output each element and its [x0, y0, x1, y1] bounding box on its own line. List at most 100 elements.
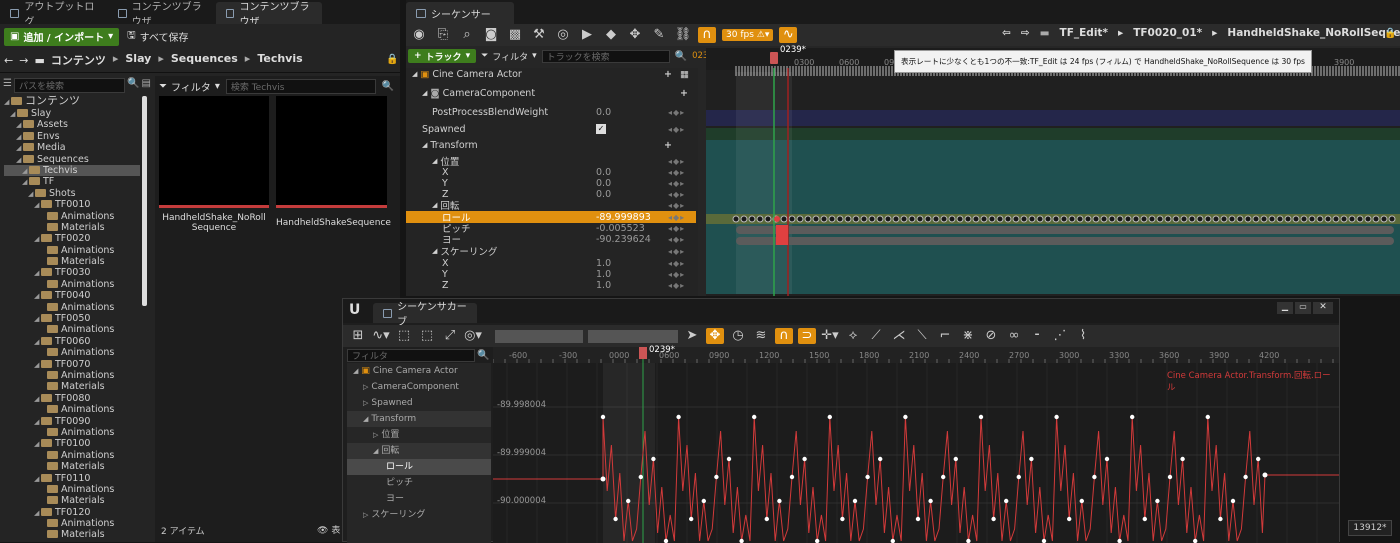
tree-item[interactable]: ◢TF0050 [4, 313, 140, 324]
flatten-icon[interactable]: ⁃ [1028, 328, 1046, 344]
tangent-constant-icon[interactable]: ⌐ [936, 328, 954, 344]
tree-item[interactable]: Animations [4, 302, 140, 313]
key-nav-icon[interactable]: ◂◆▸ [668, 108, 685, 117]
key-nav-icon[interactable]: ◂◆▸ [668, 224, 685, 233]
track-value[interactable]: 1.0 [596, 280, 611, 291]
tree-item[interactable]: ◢TF0080 [4, 393, 140, 404]
filter-button[interactable]: ⏷フィルタ▾ [481, 50, 537, 63]
back-arrow-icon[interactable]: ⇦ [1002, 27, 1011, 39]
tree-item[interactable]: ◢TF0090 [4, 416, 140, 427]
add-import-button[interactable]: ▣追加 / インポート▾ [4, 28, 119, 46]
track-row[interactable]: ◢スケーリング◂◆▸ [406, 245, 696, 257]
minimize-button[interactable]: ▁ [1277, 302, 1293, 314]
save-all-button[interactable]: 🖫すべて保存 [127, 28, 188, 45]
track-value[interactable]: 1.0 [596, 258, 611, 269]
tree-item[interactable]: ◢Envs [4, 131, 140, 142]
retime-icon[interactable]: ◷ [729, 328, 747, 344]
view-options-icon[interactable]: ▤ [142, 78, 151, 93]
keyframe-icon[interactable]: ◆ [602, 27, 620, 43]
breadcrumb-item[interactable]: HandheldShake_NoRollSequence [1227, 27, 1400, 39]
tree-item[interactable]: ◢TF0010 [4, 199, 140, 210]
tab-content-browser[interactable]: コンテンツブラウザ [108, 2, 216, 24]
infinity-icon[interactable]: ∞ [1005, 328, 1023, 344]
tree-item[interactable]: ◢TF0040 [4, 290, 140, 301]
key-nav-icon[interactable]: ◂◆▸ [668, 168, 685, 177]
curve-tree-item[interactable]: ヨー [347, 491, 491, 507]
tangent-linear-icon[interactable]: ⟍ [913, 328, 931, 344]
expand-arrow-icon[interactable]: ▷ [363, 511, 368, 519]
tree-item[interactable]: Animations [4, 484, 140, 495]
track-value[interactable]: -0.005523 [596, 223, 645, 234]
key-nav-icon[interactable]: ◂◆▸ [668, 201, 685, 210]
tree-item[interactable]: Materials [4, 256, 140, 267]
expand-arrow-icon[interactable]: ◢ [353, 367, 358, 375]
transform-tool-icon[interactable]: ✥ [706, 328, 724, 344]
key-nav-icon[interactable]: ◂◆▸ [668, 179, 685, 188]
link-icon[interactable]: ⛓ [674, 27, 692, 43]
fit-icon[interactable]: ⤢ [441, 328, 459, 344]
snap-magnet-icon[interactable]: ∩ [775, 328, 793, 344]
tree-item[interactable]: Materials [4, 529, 140, 540]
tree-item[interactable]: Animations [4, 370, 140, 381]
tree-item[interactable]: ◢TF0030 [4, 267, 140, 278]
curve-filter-input[interactable]: フィルタ [347, 349, 475, 362]
curve-tree-item[interactable]: ▷Spawned [347, 395, 491, 411]
expand-arrow-icon[interactable]: ◢ [4, 97, 11, 108]
tree-item[interactable]: Animations [4, 279, 140, 290]
track-value[interactable]: 1.0 [596, 269, 611, 280]
close-button[interactable]: ✕ [1313, 302, 1333, 314]
expand-arrow-icon[interactable]: ◢ [422, 141, 427, 149]
key-nav-icon[interactable]: ◂◆▸ [668, 213, 685, 222]
tree-item[interactable]: ◢TF0110 [4, 473, 140, 484]
track-row[interactable]: ◢Transform+ [406, 139, 696, 151]
curve-tree-item[interactable]: ▷位置 [347, 427, 491, 443]
filter-icon[interactable]: ⌇ [1074, 328, 1092, 344]
tree-item[interactable]: ◢TF [4, 176, 140, 187]
maximize-button[interactable]: ▭ [1295, 302, 1311, 314]
frame-select-icon[interactable]: ⬚ [395, 328, 413, 344]
tree-item[interactable]: Materials [4, 381, 140, 392]
expand-arrow-icon[interactable]: ◢ [16, 143, 23, 154]
tab-output-log[interactable]: アウトプットログ [0, 2, 108, 24]
tangent-break-icon[interactable]: ⋌ [890, 328, 908, 344]
tree-item[interactable]: ◢Techvis [4, 165, 140, 176]
view-options-button[interactable]: 👁 表 [317, 523, 340, 536]
key-nav-icon[interactable]: ◂◆▸ [668, 281, 685, 290]
tree-item[interactable]: Animations [4, 347, 140, 358]
expand-arrow-icon[interactable]: ▷ [363, 399, 368, 407]
expand-arrow-icon[interactable]: ◢ [432, 201, 437, 209]
snap-value-icon[interactable]: ⊃ [798, 328, 816, 344]
straighten-icon[interactable]: ⋰ [1051, 328, 1069, 344]
curve-tree-item[interactable]: ロール [347, 459, 491, 475]
tree-item[interactable]: Animations [4, 245, 140, 256]
expand-arrow-icon[interactable]: ◢ [432, 247, 437, 255]
timeline-canvas[interactable] [706, 48, 1400, 296]
weighted-tangent-icon[interactable]: ⊘ [982, 328, 1000, 344]
breadcrumb-item[interactable]: Techvis [257, 52, 302, 68]
fps-selector[interactable]: 30 fps ⚠▾ [722, 29, 773, 41]
lock-icon[interactable]: 🔒 [1384, 28, 1396, 39]
back-arrow-icon[interactable]: ← [4, 54, 13, 67]
add-track-icon[interactable]: + [664, 69, 672, 80]
curve-tree-item[interactable]: ピッチ [347, 475, 491, 491]
tree-item[interactable]: ◢TF0120 [4, 507, 140, 518]
add-key-icon[interactable]: ⊞ [349, 328, 367, 344]
tree-item[interactable]: ◢Slay [4, 108, 140, 119]
tangent-user-icon[interactable]: ⟋ [867, 328, 885, 344]
key-nav-icon[interactable]: ◂◆▸ [668, 270, 685, 279]
key-nav-icon[interactable]: ◂◆▸ [668, 247, 685, 256]
expand-arrow-icon[interactable]: ◢ [34, 291, 41, 302]
breadcrumb-item[interactable]: TF0020_01* [1133, 27, 1202, 39]
tab-curve-editor[interactable]: シーケンサカーブ [373, 303, 477, 323]
expand-arrow-icon[interactable]: ▷ [363, 383, 368, 391]
sidebar-toggle-icon[interactable]: ☰ [3, 78, 12, 93]
tree-item[interactable]: ◢Assets [4, 119, 140, 130]
expand-arrow-icon[interactable]: ◢ [432, 157, 437, 165]
asset-tile[interactable] [159, 96, 269, 208]
value-field[interactable] [495, 330, 583, 343]
track-value[interactable]: 0.0 [596, 178, 611, 189]
track-value[interactable]: 0.0 [596, 107, 611, 118]
curve-type-icon[interactable]: ∿▾ [372, 328, 390, 344]
path-search-input[interactable]: パスを検索 [14, 78, 125, 93]
track-row[interactable]: Spawned✓◂◆▸ [406, 123, 696, 135]
